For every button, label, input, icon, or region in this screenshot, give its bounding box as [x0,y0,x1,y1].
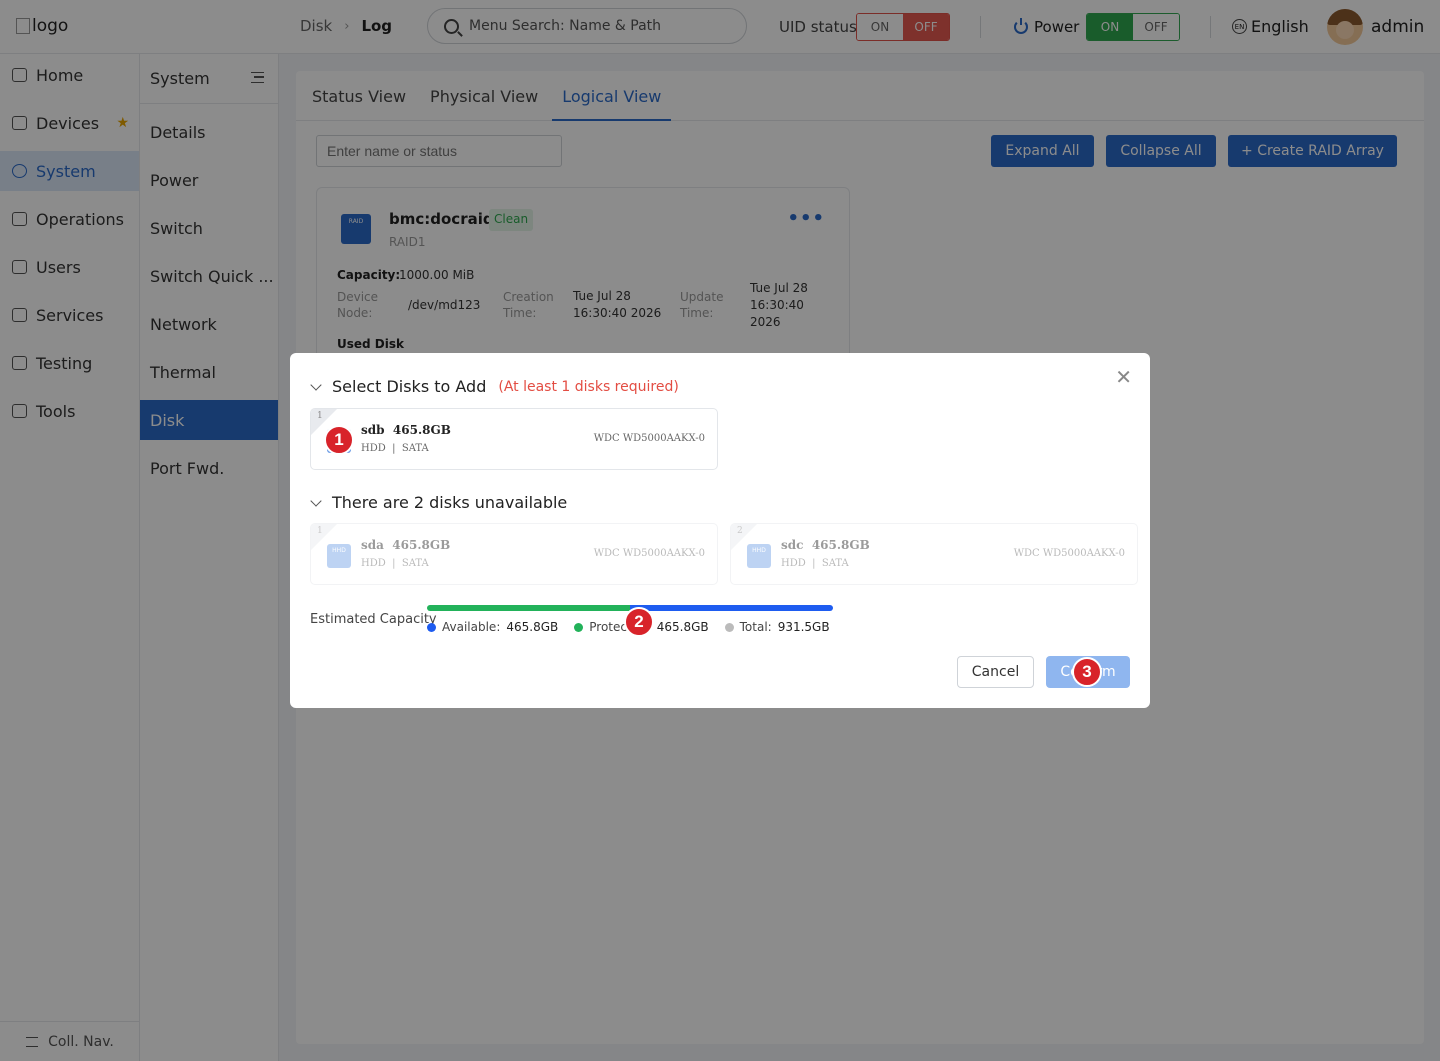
disk-size: 465.8GB [392,538,451,552]
disk-name-text: sdb [361,423,385,437]
disk-index: 1 [317,411,323,421]
disk-name: sdc 465.8GB [781,538,870,552]
close-icon[interactable]: ✕ [1115,365,1132,389]
step-marker-3: 3 [1072,657,1102,687]
disk-type: HDD [361,558,386,569]
unavailable-disks-header[interactable]: There are 2 disks unavailable [310,493,568,512]
disk-size: 465.8GB [392,423,451,437]
disk-model: WDC WD5000AAKX-0 [593,548,705,559]
disk-bus: SATA [401,558,429,569]
disk-option-sdc: 2 HHD sdc 465.8GB HDD | SATA WDC WD5000A… [730,523,1138,585]
disk-index: 2 [737,526,743,536]
total-value: 931.5GB [777,620,830,634]
disk-option-sda: 1 HHD sda 465.8GB HDD | SATA WDC WD5000A… [310,523,718,585]
disk-index: 1 [317,526,323,536]
unavailable-title: There are 2 disks unavailable [332,493,568,512]
hdd-icon: HHD [747,544,771,568]
available-dot [427,622,436,632]
select-disks-title: Select Disks to Add [332,377,487,396]
step-marker-2: 2 [624,607,654,637]
disk-meta: HDD | SATA [361,558,429,569]
disk-option-sdb[interactable]: 1 HHD sdb 465.8GB HDD | SATA WDC WD5000A… [310,408,718,470]
disk-name: sdb 465.8GB [361,423,451,437]
hdd-icon: HHD [327,544,351,568]
add-disks-dialog: ✕ Select Disks to Add (At least 1 disks … [290,353,1150,708]
disk-type: HDD [781,558,806,569]
capacity-bar-protected [427,605,630,611]
disk-type: HDD [361,443,386,454]
chevron-down-icon [310,378,322,391]
disk-bus: SATA [821,558,849,569]
chevron-down-icon [310,494,322,507]
disk-name: sda 465.8GB [361,538,450,552]
disk-bus: SATA [401,443,429,454]
step-marker-1: 1 [324,425,354,455]
protected-dot [574,622,584,632]
total-dot [724,622,734,632]
disk-model: WDC WD5000AAKX-0 [1013,548,1125,559]
estimated-capacity-label: Estimated Capacity [310,612,437,627]
disk-model: WDC WD5000AAKX-0 [593,433,705,444]
legend-available: Available: 465.8GB [427,620,558,634]
disk-name-text: sdc [781,538,804,552]
protected-value: 465.8GB [656,620,709,634]
select-disks-header[interactable]: Select Disks to Add (At least 1 disks re… [310,377,679,396]
total-label: Total: [739,620,772,634]
legend-total: Total: 931.5GB [724,620,830,634]
requirement-text: (At least 1 disks required) [498,378,679,395]
cancel-button[interactable]: Cancel [957,656,1034,688]
capacity-bar-available [630,605,833,611]
disk-name-text: sda [361,538,384,552]
disk-meta: HDD | SATA [781,558,849,569]
available-value: 465.8GB [506,620,559,634]
disk-size: 465.8GB [811,538,870,552]
disk-meta: HDD | SATA [361,443,429,454]
available-label: Available: [442,620,501,634]
